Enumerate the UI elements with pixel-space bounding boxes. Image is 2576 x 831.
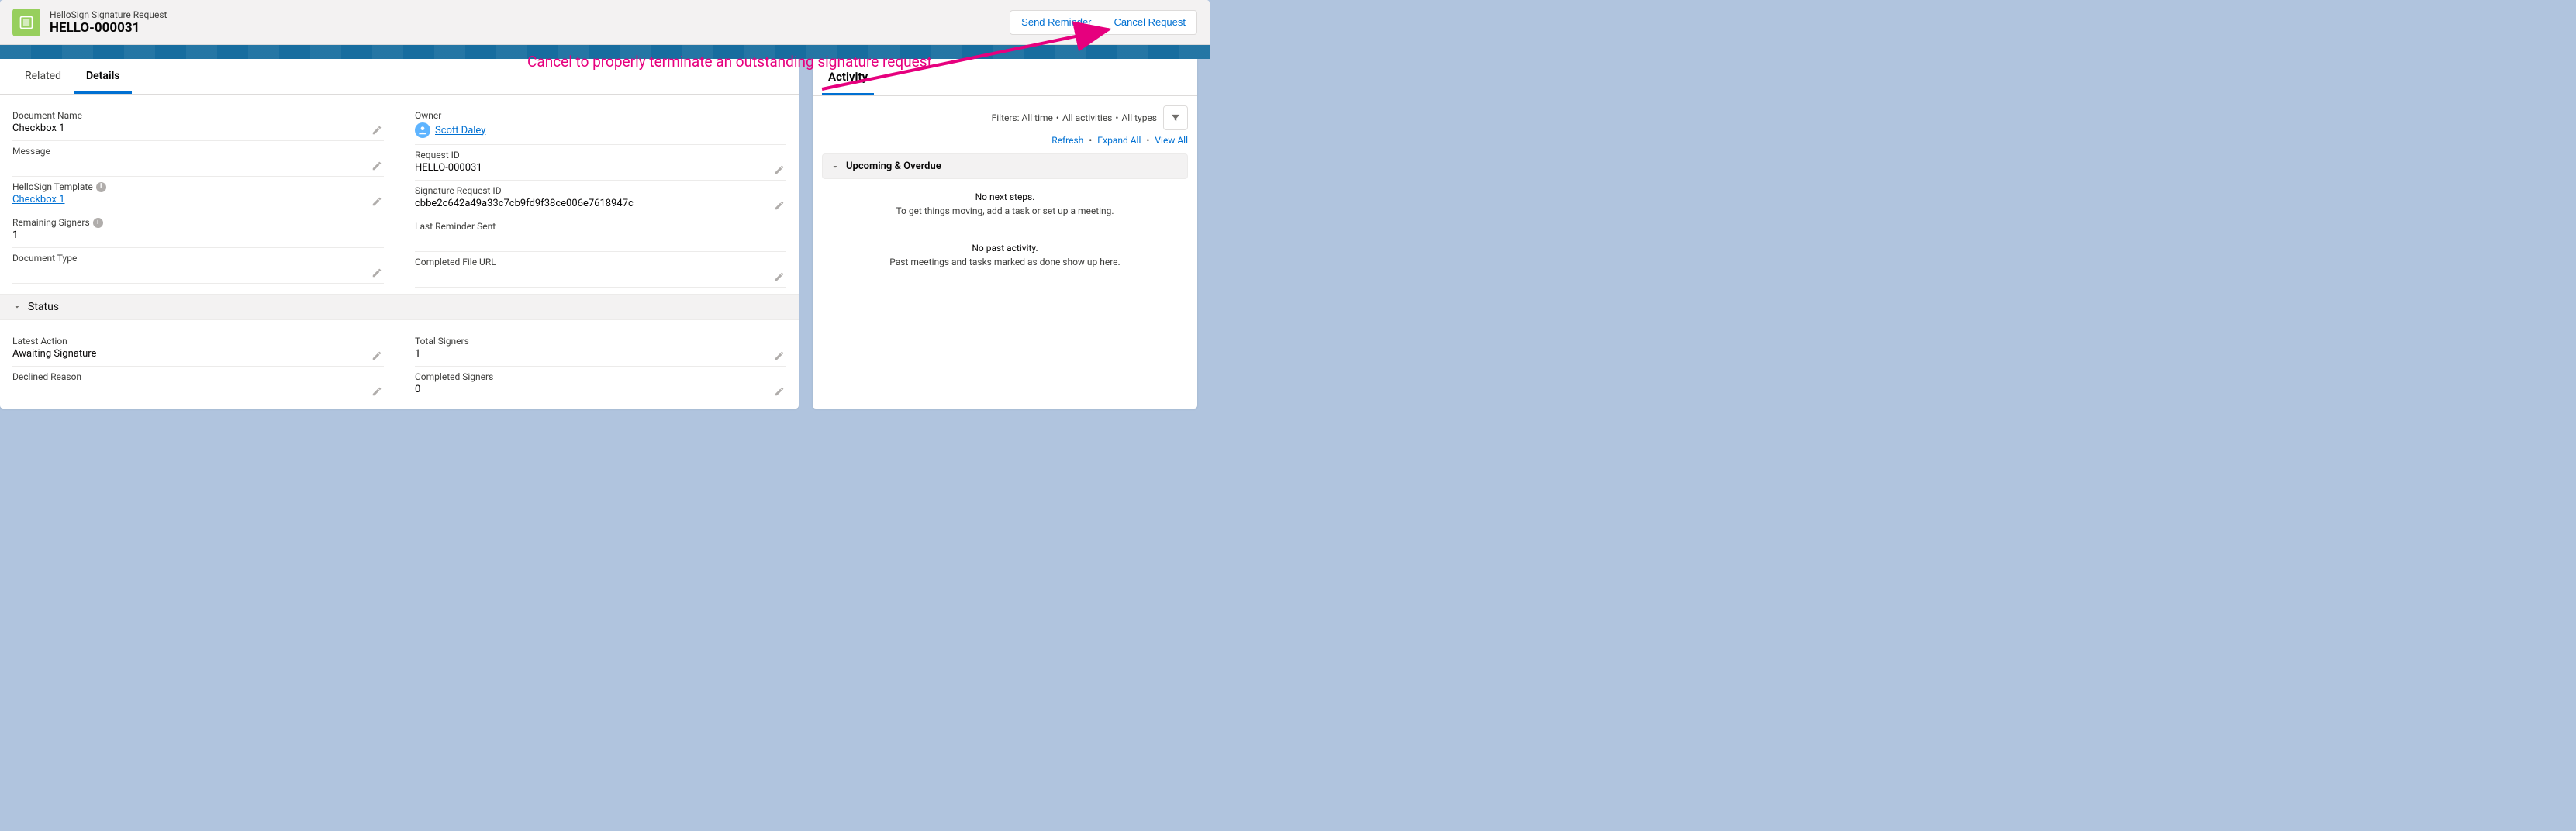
field-value: [12, 264, 384, 277]
no-past-activity-message: No past activity. Past meetings and task…: [813, 224, 1197, 283]
owner-link[interactable]: Scott Daley: [435, 125, 485, 136]
field-label: Last Reminder Sent: [415, 221, 786, 232]
field-value: Awaiting Signature: [12, 347, 384, 360]
edit-icon[interactable]: [371, 196, 382, 207]
edit-icon[interactable]: [774, 386, 785, 397]
field-remaining-signers: Remaining Signers i 1: [12, 212, 384, 248]
activity-panel: Activity Filters: All time • All activit…: [813, 59, 1197, 409]
record-type-label: HelloSign Signature Request: [50, 9, 167, 20]
field-message: Message: [12, 141, 384, 177]
cancel-request-button[interactable]: Cancel Request: [1103, 10, 1198, 35]
annotation-text: Cancel to properly terminate an outstand…: [527, 53, 932, 71]
record-type-icon: [12, 9, 40, 36]
field-declined-reason: Declined Reason: [12, 367, 384, 402]
info-icon[interactable]: i: [93, 218, 103, 228]
info-icon[interactable]: i: [96, 182, 106, 192]
edit-icon[interactable]: [371, 267, 382, 278]
field-total-signers: Total Signers 1: [415, 331, 786, 367]
field-value: [415, 232, 786, 245]
field-value: Checkbox 1: [12, 121, 384, 134]
section-title: Status: [28, 301, 59, 313]
field-value: [12, 157, 384, 170]
no-next-steps-message: No next steps. To get things moving, add…: [813, 184, 1197, 224]
tab-related[interactable]: Related: [12, 59, 74, 94]
chevron-down-icon: [12, 302, 22, 312]
field-signature-request-id: Signature Request ID cbbe2c642a49a33c7cb…: [415, 181, 786, 216]
field-completed-signers: Completed Signers 0: [415, 367, 786, 402]
view-all-link[interactable]: View All: [1155, 135, 1188, 146]
field-label: Document Type: [12, 253, 384, 264]
record-header: HelloSign Signature Request HELLO-000031…: [0, 0, 1210, 45]
edit-icon[interactable]: [774, 164, 785, 175]
expand-all-link[interactable]: Expand All: [1097, 135, 1141, 146]
field-label: HelloSign Template i: [12, 181, 384, 192]
tab-details[interactable]: Details: [74, 59, 133, 94]
field-value: [12, 382, 384, 395]
field-completed-file-url: Completed File URL: [415, 252, 786, 288]
send-reminder-button[interactable]: Send Reminder: [1010, 10, 1102, 35]
edit-icon[interactable]: [371, 125, 382, 136]
field-value: cbbe2c642a49a33c7cb9fd9f38ce006e7618947c: [415, 196, 786, 209]
avatar-icon: [415, 122, 430, 138]
field-owner: Owner Scott Daley: [415, 105, 786, 145]
edit-icon[interactable]: [774, 350, 785, 361]
field-label: Latest Action: [12, 336, 384, 347]
upcoming-overdue-label: Upcoming & Overdue: [846, 160, 941, 172]
field-document-name: Document Name Checkbox 1: [12, 105, 384, 141]
field-label: Completed Signers: [415, 371, 786, 382]
field-latest-action: Latest Action Awaiting Signature: [12, 331, 384, 367]
field-value: [415, 267, 786, 281]
filter-types: All types: [1121, 112, 1157, 123]
field-document-type: Document Type: [12, 248, 384, 284]
upcoming-overdue-toggle[interactable]: Upcoming & Overdue: [822, 153, 1188, 179]
field-value-link[interactable]: Checkbox 1: [12, 192, 384, 205]
field-value: 1: [12, 228, 384, 241]
refresh-link[interactable]: Refresh: [1051, 135, 1083, 146]
edit-icon[interactable]: [371, 160, 382, 171]
field-label: Signature Request ID: [415, 185, 786, 196]
field-label: Remaining Signers i: [12, 217, 384, 228]
filter-activities: All activities: [1062, 112, 1112, 123]
field-label: Completed File URL: [415, 257, 786, 267]
field-label: Message: [12, 146, 384, 157]
edit-icon[interactable]: [371, 350, 382, 361]
field-label: Owner: [415, 110, 786, 121]
edit-icon[interactable]: [371, 386, 382, 397]
field-value: HELLO-000031: [415, 160, 786, 174]
field-hellosign-template: HelloSign Template i Checkbox 1: [12, 177, 384, 212]
chevron-down-icon: [830, 162, 840, 171]
filter-time: All time: [1022, 112, 1053, 123]
funnel-icon: [1170, 112, 1181, 123]
edit-icon[interactable]: [774, 271, 785, 282]
field-value: 1: [415, 347, 786, 360]
field-value: 0: [415, 382, 786, 395]
field-last-reminder-sent: Last Reminder Sent: [415, 216, 786, 252]
filters-prefix: Filters:: [992, 112, 1020, 123]
edit-icon[interactable]: [774, 200, 785, 211]
details-panel: Related Details Document Name Checkbox 1…: [0, 59, 799, 409]
filter-button[interactable]: [1163, 105, 1188, 130]
field-label: Document Name: [12, 110, 384, 121]
section-status-toggle[interactable]: Status: [0, 294, 799, 320]
field-label: Declined Reason: [12, 371, 384, 382]
field-request-id: Request ID HELLO-000031: [415, 145, 786, 181]
field-label: Total Signers: [415, 336, 786, 347]
field-label: Request ID: [415, 150, 786, 160]
record-title: HELLO-000031: [50, 20, 167, 36]
